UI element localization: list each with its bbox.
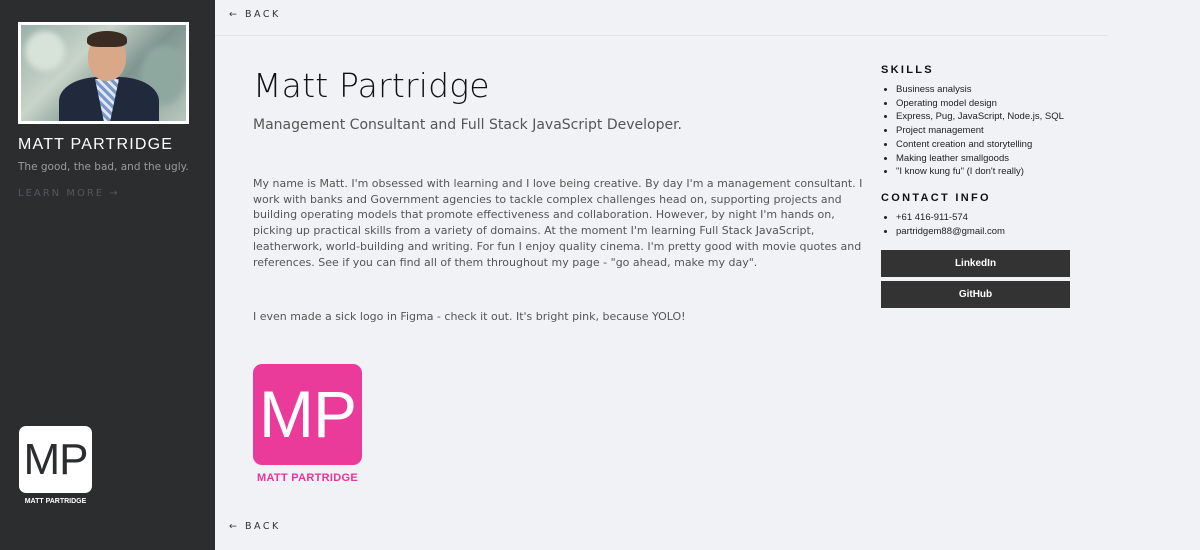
logo-description: I even made a sick logo in Figma - check… <box>253 310 686 323</box>
brand-logo-text: MP <box>259 377 357 451</box>
learn-more-link[interactable]: LEARN MORE → <box>18 188 120 199</box>
skills-heading: SKILLS <box>881 64 934 76</box>
list-item: "I know kung fu" (I don't really) <box>896 165 1071 179</box>
contact-list: +61 416-911-574 partridgem88@gmail.com <box>881 211 1071 238</box>
profile-photo-image <box>21 25 186 121</box>
sidebar-logo-caption: MATT PARTRIDGE <box>24 498 87 505</box>
sidebar: MATT PARTRIDGE The good, the bad, and th… <box>0 0 215 550</box>
profile-name: MATT PARTRIDGE <box>18 136 174 153</box>
list-item: Making leather smallgoods <box>896 152 1071 166</box>
list-item: Content creation and storytelling <box>896 138 1071 152</box>
back-link-bottom[interactable]: ← BACK <box>229 521 281 532</box>
brand-logo: MP <box>253 364 362 465</box>
skills-list: Business analysis Operating model design… <box>881 83 1071 179</box>
sidebar-logo[interactable]: MP <box>19 426 92 493</box>
list-item: Express, Pug, JavaScript, Node.js, SQL <box>896 110 1071 124</box>
profile-tagline: The good, the bad, and the ugly. <box>18 161 189 173</box>
header-divider <box>215 35 1108 36</box>
back-link-top[interactable]: ← BACK <box>229 9 281 20</box>
info-column: SKILLS Business analysis Operating model… <box>881 64 1071 309</box>
list-item: Business analysis <box>896 83 1071 97</box>
contact-phone: +61 416-911-574 <box>896 211 1071 225</box>
bio-paragraph: My name is Matt. I'm obsessed with learn… <box>253 177 863 269</box>
sidebar-logo-text: MP <box>23 435 89 484</box>
list-item: Operating model design <box>896 97 1071 111</box>
page-subtitle: Management Consultant and Full Stack Jav… <box>253 117 683 133</box>
linkedin-button[interactable]: LinkedIn <box>881 250 1070 278</box>
contact-email: partridgem88@gmail.com <box>896 225 1071 239</box>
profile-photo <box>18 22 189 124</box>
contact-heading: CONTACT INFO <box>881 191 991 204</box>
page-title: Matt Partridge <box>253 66 490 105</box>
github-button[interactable]: GitHub <box>881 281 1070 309</box>
brand-logo-caption: MATT PARTRIDGE <box>257 472 358 484</box>
list-item: Project management <box>896 124 1071 138</box>
